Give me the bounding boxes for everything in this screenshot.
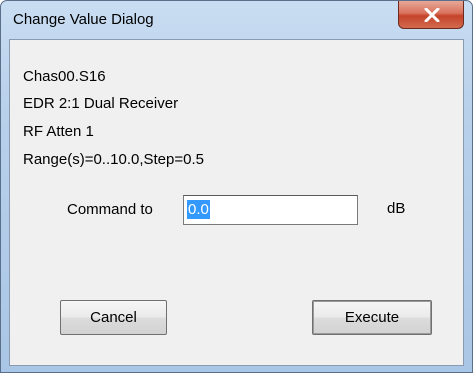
close-button[interactable]: [398, 1, 464, 29]
range-text: Range(s)=0..10.0,Step=0.5: [23, 151, 204, 168]
close-icon: [424, 8, 440, 22]
cancel-button[interactable]: Cancel: [60, 300, 167, 335]
change-value-dialog: Change Value Dialog Chas00.S16 EDR 2:1 D…: [0, 0, 473, 373]
title-bar[interactable]: Change Value Dialog: [1, 1, 472, 39]
channel-id-text: Chas00.S16: [23, 68, 106, 85]
command-value-input[interactable]: [183, 195, 358, 225]
command-label: Command to: [67, 201, 153, 218]
unit-label: dB: [387, 200, 406, 217]
window-title: Change Value Dialog: [13, 11, 154, 28]
parameter-name-text: RF Atten 1: [23, 123, 94, 140]
device-name-text: EDR 2:1 Dual Receiver: [23, 95, 179, 112]
execute-button[interactable]: Execute: [312, 300, 432, 335]
dialog-body: Chas00.S16 EDR 2:1 Dual Receiver RF Atte…: [9, 39, 464, 366]
